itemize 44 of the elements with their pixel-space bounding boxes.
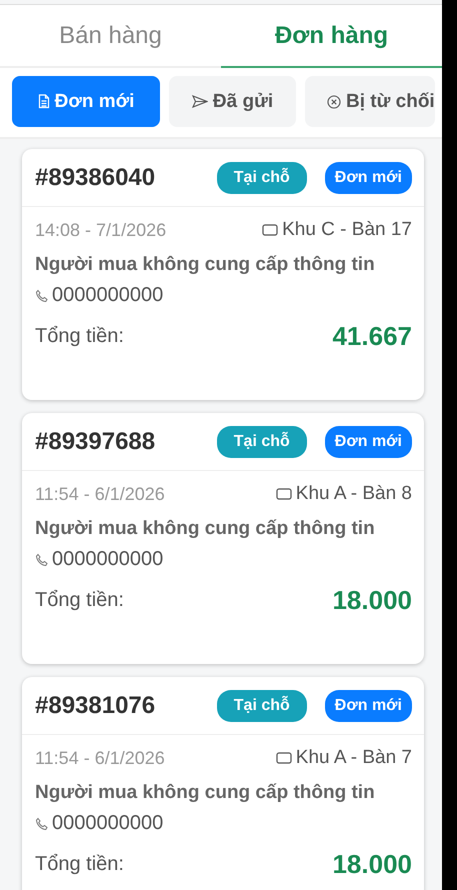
order-code: #89386040 — [35, 164, 156, 192]
order-type-badge: Tại chỗ — [216, 162, 307, 194]
close-circle-icon — [327, 94, 341, 108]
buyer-name: Người mua không cung cấp thông tin — [35, 518, 376, 540]
filter-chip[interactable]: Đơn mới — [12, 76, 160, 127]
document-icon — [38, 94, 50, 109]
order-type-badge: Tại chỗ — [216, 426, 307, 458]
table-icon — [262, 224, 278, 236]
filter-chip[interactable]: Đã gửi — [169, 76, 296, 127]
phone-icon — [35, 552, 49, 566]
phone-number: 0000000000 — [52, 284, 164, 307]
order-time: 14:08 - 7/1/2026 — [35, 220, 166, 240]
status-badge: Đơn mới — [324, 426, 412, 458]
table-location: Khu C - Bàn 17 — [282, 219, 412, 241]
phone-number: 0000000000 — [52, 812, 164, 835]
order-type-badge: Tại chỗ — [216, 690, 307, 722]
status-badge: Đơn mới — [324, 690, 412, 722]
order-code: #89397688 — [35, 428, 156, 456]
total-label: Tổng tiền: — [35, 853, 124, 876]
table-icon — [276, 488, 292, 500]
table-location: Khu A - Bàn 7 — [296, 747, 412, 769]
order-card[interactable]: #89381076 Tại chỗ Đơn mới 11:54 - 6/1/2026 Khu A - Bàn 7 Người mua không cung cấp thông tin 0000000000 Tổng tiền: 18.000 — [22, 677, 424, 890]
order-code: #89381076 — [35, 692, 156, 720]
total-amount: 18.000 — [332, 849, 412, 880]
order-time: 11:54 - 6/1/2026 — [35, 484, 165, 504]
phone-icon — [35, 288, 49, 302]
buyer-name: Người mua không cung cấp thông tin — [35, 254, 376, 276]
phone-number: 0000000000 — [52, 548, 164, 571]
buyer-name: Người mua không cung cấp thông tin — [35, 782, 376, 804]
total-amount: 18.000 — [332, 585, 412, 616]
order-card[interactable]: #89386040 Tại chỗ Đơn mới 14:08 - 7/1/2026 Khu C - Bàn 17 Người mua không cung cấp thông tin 0000000000 Tổng tiền: 41.667 — [22, 149, 424, 400]
send-icon — [192, 95, 208, 108]
total-label: Tổng tiền: — [35, 589, 124, 612]
total-label: Tổng tiền: — [35, 325, 124, 348]
tab[interactable]: Bán hàng — [0, 5, 221, 68]
table-icon — [276, 752, 292, 764]
order-card[interactable]: #89397688 Tại chỗ Đơn mới 11:54 - 6/1/2026 Khu A - Bàn 8 Người mua không cung cấp thông tin 0000000000 Tổng tiền: 18.000 — [22, 413, 424, 664]
filter-chip[interactable]: Bị từ chối — [305, 76, 435, 127]
status-badge: Đơn mới — [324, 162, 412, 194]
tab[interactable]: Đơn hàng — [221, 5, 442, 68]
total-amount: 41.667 — [332, 321, 412, 352]
table-location: Khu A - Bàn 8 — [296, 483, 412, 505]
order-time: 11:54 - 6/1/2026 — [35, 748, 165, 768]
phone-icon — [35, 816, 49, 830]
